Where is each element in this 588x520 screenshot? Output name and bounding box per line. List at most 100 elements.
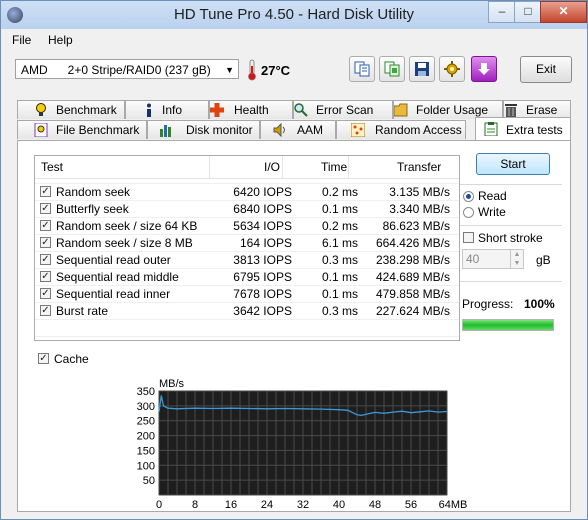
magnifier-icon [294,103,308,117]
copy-screenshot-button[interactable] [379,56,405,82]
row-divider [35,183,459,184]
tab-health[interactable]: Health [209,100,293,119]
cell-time: 0.1 ms [321,270,358,284]
x-tick-label: 32 [297,499,309,511]
table-row[interactable]: ✓ Random seek 6420 IOPS 0.2 ms 3.135 MB/s [35,184,459,201]
cell-transfer: 664.426 MB/s [375,236,450,250]
read-label: Read [478,189,507,203]
random-access-icon [351,123,365,137]
x-tick-label: 16 [225,499,237,511]
copy-text-button[interactable] [349,56,375,82]
cell-transfer: 3.340 MB/s [389,202,450,216]
drive-select[interactable]: AMD 2+0 Stripe/RAID0 (237 gB) ▼ [15,59,239,79]
row-checkbox[interactable]: ✓ [40,288,51,299]
cell-transfer: 227.624 MB/s [375,304,450,318]
title-bar[interactable]: HD Tune Pro 4.50 - Hard Disk Utility – □… [1,1,587,29]
toolbar: AMD 2+0 Stripe/RAID0 (237 gB) ▼ 27°C Exi… [1,51,587,91]
x-tick-label: 24 [261,499,273,511]
x-tick-label: 56 [405,499,417,511]
tab-label: Health [234,103,269,117]
menu-help[interactable]: Help [48,33,73,47]
cell-time: 0.3 ms [321,304,358,318]
stroke-size-value: 40 [466,252,480,266]
table-row[interactable]: ✓ Sequential read outer 3813 IOPS 0.3 ms 238… [35,252,459,269]
row-checkbox[interactable]: ✓ [40,220,51,231]
start-button[interactable]: Start [476,153,550,175]
column-header-test[interactable]: Test [41,160,63,174]
cell-time: 0.2 ms [321,219,358,233]
table-row[interactable]: ✓ Butterfly seek 6840 IOPS 0.1 ms 3.340 MB/s [35,201,459,218]
cell-test: Sequential read middle [56,270,179,284]
column-header-time[interactable]: Time [321,160,347,174]
cache-checkbox[interactable]: ✓ [38,353,49,364]
write-label: Write [478,205,506,219]
spin-down-icon[interactable]: ▼ [510,259,523,268]
tab-error-scan[interactable]: Error Scan [293,100,393,119]
row-checkbox[interactable]: ✓ [40,203,51,214]
tab-benchmark[interactable]: Benchmark [17,100,125,119]
tab-random-access[interactable]: Random Access [336,120,466,139]
tab-label: Info [162,103,183,117]
progress-value: 100% [524,297,555,311]
drive-select-value: AMD 2+0 Stripe/RAID0 (237 gB) [21,63,211,77]
table-row[interactable]: ✓ Random seek / size 64 KB 5634 IOPS 0.2 ms… [35,218,459,235]
lightbulb-icon [36,103,46,116]
cell-test: Random seek / size 8 MB [56,236,193,250]
row-checkbox[interactable]: ✓ [40,271,51,282]
temperature-readout: 27°C [261,63,291,78]
row-divider [35,336,459,337]
minimize-button[interactable]: – [488,1,516,23]
cell-time: 6.1 ms [321,236,358,250]
row-checkbox[interactable]: ✓ [40,305,51,316]
write-radio[interactable] [463,207,474,218]
options-button[interactable] [439,56,465,82]
cell-io: 3813 IOPS [233,253,292,267]
tab-info[interactable]: Info [125,100,209,119]
row-divider [35,251,459,252]
cell-transfer: 238.298 MB/s [375,253,450,267]
y-tick-label: 200 [137,431,155,443]
column-header-transfer[interactable]: Transfer [397,160,441,174]
health-cross-icon [210,103,224,117]
cell-test: Random seek [56,185,131,199]
table-row[interactable]: ✓ Sequential read inner 7678 IOPS 0.1 ms 479… [35,286,459,303]
save-icon [415,62,429,76]
cell-io: 6840 IOPS [233,202,292,216]
table-row[interactable]: ✓ Random seek / size 8 MB 164 IOPS 6.1 ms 66… [35,235,459,252]
tab-disk-monitor[interactable]: Disk monitor [147,120,260,139]
tab-extra-tests[interactable]: Extra tests [475,117,571,140]
cell-test: Sequential read inner [56,287,171,301]
folder-icon [394,103,408,117]
exit-button[interactable]: Exit [520,56,572,83]
column-header-io[interactable]: I/O [264,160,280,174]
tab-label: Disk monitor [186,123,253,137]
info-icon [147,103,151,117]
download-button[interactable] [471,56,497,82]
tab-aam[interactable]: AAM [260,120,336,139]
row-checkbox[interactable]: ✓ [40,254,51,265]
row-checkbox[interactable]: ✓ [40,237,51,248]
file-benchmark-icon [34,123,48,137]
cell-transfer: 86.623 MB/s [382,219,450,233]
transfer-chart-svg: 50 100 150 200 250 300 350 MB/s 0 8 16 24 32 40 48 56 64… [137,378,468,511]
tab-file-benchmark[interactable]: File Benchmark [17,120,147,139]
row-checkbox[interactable]: ✓ [40,186,51,197]
menu-file[interactable]: File [12,33,31,47]
cell-io: 5634 IOPS [233,219,292,233]
chevron-down-icon: ▼ [225,65,234,75]
table-row[interactable]: ✓ Burst rate 3642 IOPS 0.3 ms 227.624 MB/s [35,303,459,320]
cell-time: 0.1 ms [321,287,358,301]
save-button[interactable] [409,56,435,82]
cache-label: Cache [54,352,89,366]
row-divider [35,302,459,303]
read-radio[interactable] [463,191,474,202]
short-stroke-checkbox[interactable] [463,232,474,243]
cell-io: 6795 IOPS [233,270,292,284]
table-row[interactable]: ✓ Sequential read middle 6795 IOPS 0.1 ms 42… [35,269,459,286]
app-window: HD Tune Pro 4.50 - Hard Disk Utility – □… [0,0,588,520]
stroke-size-stepper[interactable]: 40 ▲ ▼ [462,249,524,269]
spin-up-icon[interactable]: ▲ [510,250,523,259]
close-button[interactable]: ✕ [540,1,587,23]
maximize-button[interactable]: □ [514,1,542,23]
row-divider [35,234,459,235]
